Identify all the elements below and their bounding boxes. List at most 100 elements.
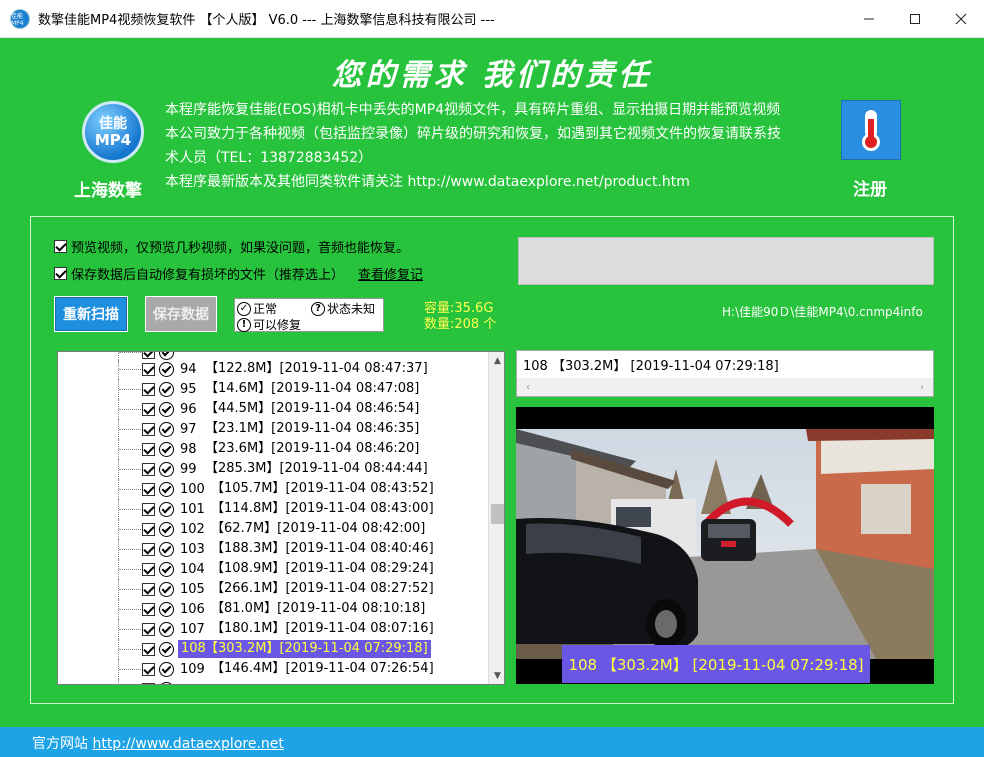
maximize-icon[interactable] — [892, 0, 938, 38]
row-checkbox[interactable] — [142, 502, 155, 516]
table-row[interactable]: 101 【114.8M】[2019-11-04 08:43:00] — [58, 499, 488, 519]
legend-repairable: ! 可以修复 — [237, 316, 301, 333]
row-date: [2019-11-04 08:42:00] — [277, 521, 426, 536]
check-circle-icon — [159, 441, 174, 457]
row-checkbox[interactable] — [142, 422, 155, 436]
row-checkbox[interactable] — [142, 352, 155, 359]
table-row[interactable]: 104 【108.9M】[2019-11-04 08:29:24] — [58, 559, 488, 579]
table-row[interactable]: 102 【62.7M】[2019-11-04 08:42:00] — [58, 519, 488, 539]
check-circle-icon — [159, 401, 174, 417]
row-details: 【105.7M】[2019-11-04 08:43:52] — [208, 480, 437, 498]
row-checkbox[interactable] — [142, 642, 155, 656]
row-checkbox[interactable] — [142, 362, 155, 376]
close-icon[interactable] — [938, 0, 984, 38]
row-checkbox[interactable] — [142, 662, 155, 676]
row-checkbox[interactable] — [142, 462, 155, 476]
table-row[interactable] — [58, 679, 488, 684]
check-circle-icon — [159, 481, 174, 497]
row-id: 98 — [180, 441, 197, 457]
legend-unknown-label: 状态未知 — [327, 302, 376, 316]
table-row[interactable]: 96 【44.5M】[2019-11-04 08:46:54] — [58, 399, 488, 419]
row-checkbox[interactable] — [142, 542, 155, 556]
minimize-icon[interactable] — [846, 0, 892, 38]
check-circle-icon — [159, 581, 174, 597]
file-path: H:\佳能90Ｄ\佳能MP4\0.cnmp4info — [722, 305, 923, 319]
row-size: 【81.0M】 — [211, 601, 278, 616]
video-preview[interactable] — [516, 407, 934, 684]
table-row[interactable]: 105 【266.1M】[2019-11-04 08:27:52] — [58, 579, 488, 599]
scroll-left-icon[interactable]: ‹ — [519, 378, 537, 396]
title-bar: 佳能MP4 数擎佳能MP4视频恢复软件 【个人版】 V6.0 --- 上海数擎信… — [0, 0, 984, 38]
website-url[interactable]: http://www.dataexplore.net — [92, 736, 283, 752]
check-circle-icon — [159, 661, 174, 677]
row-size: 【62.7M】 — [211, 521, 278, 536]
row-checkbox[interactable] — [142, 582, 155, 596]
row-details: 【81.0M】[2019-11-04 08:10:18] — [208, 600, 428, 618]
check-circle-icon — [159, 521, 174, 537]
row-size: 【188.3M】 — [211, 541, 286, 556]
row-date: [2019-11-04 08:10:18] — [277, 601, 426, 616]
scroll-down-icon[interactable]: ▼ — [489, 667, 504, 684]
question-circle-icon: ? — [311, 301, 325, 316]
table-row[interactable]: 94 【122.8M】[2019-11-04 08:47:37] — [58, 359, 488, 379]
row-date: [2019-11-04 07:29:18] — [279, 641, 428, 656]
table-row[interactable]: 98 【23.6M】[2019-11-04 08:46:20] — [58, 439, 488, 459]
save-data-button[interactable]: 保存数据 — [145, 296, 217, 332]
row-date: [2019-11-04 08:44:44] — [279, 461, 428, 476]
file-list[interactable]: 94 【122.8M】[2019-11-04 08:47:37] 95 【14.6M】… — [57, 351, 505, 685]
count-text: 数量:208 个 — [424, 317, 497, 332]
table-row[interactable]: 103 【188.3M】[2019-11-04 08:40:46] — [58, 539, 488, 559]
row-date: [2019-11-04 08:46:54] — [271, 401, 420, 416]
row-checkbox[interactable] — [142, 682, 155, 684]
check-circle-icon — [159, 421, 174, 437]
check-circle-icon — [159, 461, 174, 477]
row-checkbox[interactable] — [142, 402, 155, 416]
row-id: 108 — [181, 641, 206, 656]
list-scrollbar[interactable]: ▲ ▼ — [488, 352, 504, 684]
scroll-thumb[interactable] — [491, 504, 504, 524]
check-circle-icon — [159, 501, 174, 517]
table-row[interactable]: 99 【285.3M】[2019-11-04 08:44:44] — [58, 459, 488, 479]
capacity-text: 容量:35.6G — [424, 301, 494, 316]
table-row[interactable]: 107 【180.1M】[2019-11-04 08:07:16] — [58, 619, 488, 639]
row-checkbox[interactable] — [142, 622, 155, 636]
slogan: 您的需求 我们的责任 — [331, 58, 653, 93]
info-scrollbar[interactable]: ‹ › — [517, 378, 933, 396]
row-details: 【188.3M】[2019-11-04 08:40:46] — [208, 540, 437, 558]
row-checkbox[interactable] — [142, 382, 155, 396]
table-row[interactable]: 109 【146.4M】[2019-11-04 07:26:54] — [58, 659, 488, 679]
description-line: 本程序最新版本及其他同类软件请关注 http://www.dataexplore… — [165, 174, 690, 190]
view-repair-log-link[interactable]: 查看修复记 — [358, 264, 423, 283]
row-checkbox[interactable] — [142, 442, 155, 456]
row-id: 94 — [180, 361, 197, 377]
check-circle-icon — [159, 621, 174, 637]
table-row[interactable]: 97 【23.1M】[2019-11-04 08:46:35] — [58, 419, 488, 439]
row-details: 【114.8M】[2019-11-04 08:43:00] — [208, 500, 437, 518]
legend-normal-label: 正常 — [253, 302, 278, 316]
row-size: 【285.3M】 — [205, 461, 280, 476]
legend-repairable-label: 可以修复 — [253, 318, 302, 332]
row-checkbox[interactable] — [142, 602, 155, 616]
preview-only-checkbox[interactable] — [54, 240, 67, 253]
check-circle-icon — [159, 681, 174, 684]
register-button[interactable] — [841, 100, 901, 160]
option-auto-repair[interactable]: 保存数据后自动修复有损坏的文件（推荐选上） 查看修复记 — [54, 264, 423, 283]
row-checkbox[interactable] — [142, 562, 155, 576]
auto-repair-checkbox[interactable] — [54, 267, 67, 280]
status-legend: ✓ 正常 ? 状态未知 ! 可以修复 — [234, 298, 384, 332]
app-icon: 佳能MP4 — [10, 8, 30, 29]
table-row[interactable]: 108【303.2M】[2019-11-04 07:29:18] — [58, 639, 488, 659]
row-details: 【108.9M】[2019-11-04 08:29:24] — [208, 560, 437, 578]
rescan-button[interactable]: 重新扫描 — [54, 296, 128, 332]
row-checkbox[interactable] — [142, 482, 155, 496]
table-row[interactable]: 100 【105.7M】[2019-11-04 08:43:52] — [58, 479, 488, 499]
table-row[interactable]: 95 【14.6M】[2019-11-04 08:47:08] — [58, 379, 488, 399]
website-link[interactable]: 官方网站 http://www.dataexplore.net — [32, 733, 284, 753]
row-id: 104 — [180, 561, 205, 577]
check-circle-icon — [159, 361, 174, 377]
scroll-right-icon[interactable]: › — [913, 378, 931, 396]
scroll-up-icon[interactable]: ▲ — [489, 352, 504, 369]
row-checkbox[interactable] — [142, 522, 155, 536]
option-preview-only[interactable]: 预览视频，仅预览几秒视频，如果没问题，音频也能恢复。 — [54, 237, 409, 256]
table-row[interactable]: 106 【81.0M】[2019-11-04 08:10:18] — [58, 599, 488, 619]
